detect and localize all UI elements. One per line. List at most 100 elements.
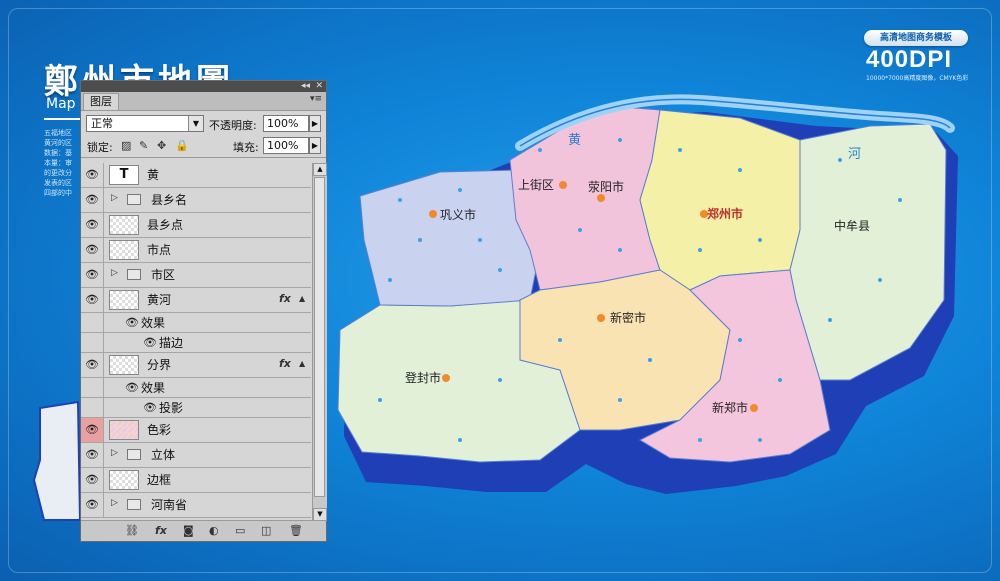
town-dot bbox=[678, 148, 682, 152]
label-shangjie: 上街区 bbox=[518, 178, 554, 192]
folder-icon bbox=[127, 499, 141, 510]
layer-name: 边框 bbox=[147, 473, 172, 487]
folder-icon bbox=[127, 269, 141, 280]
layer-row[interactable]: 👁 边框 bbox=[81, 468, 311, 493]
eye-icon[interactable]: 👁 bbox=[85, 293, 99, 306]
visibility-toggle[interactable]: 👁 bbox=[81, 418, 104, 442]
panel-menu-icon[interactable]: ▾≡ bbox=[310, 94, 322, 104]
lock-pixels-icon[interactable]: ✎ bbox=[139, 139, 148, 152]
fx-icon[interactable]: fx bbox=[279, 357, 291, 370]
eye-icon[interactable]: 👁 bbox=[85, 168, 99, 181]
layers-scrollbar[interactable]: ▲ ▼ bbox=[312, 163, 327, 521]
eye-icon[interactable]: 👁 bbox=[85, 473, 99, 486]
fill-field[interactable]: 100% bbox=[263, 137, 309, 154]
town-dot bbox=[738, 168, 742, 172]
town-dot bbox=[618, 138, 622, 142]
label-gongyi: 巩义市 bbox=[440, 207, 476, 222]
town-dot bbox=[558, 338, 562, 342]
expand-triangle-icon[interactable]: ▷ bbox=[111, 193, 118, 203]
label-xinmi: 新密市 bbox=[610, 310, 646, 325]
eye-icon[interactable]: 👁 bbox=[85, 448, 99, 461]
effect-eye-cell bbox=[81, 398, 104, 417]
town-dot bbox=[698, 438, 702, 442]
effect-row[interactable]: 👁 描边 bbox=[81, 333, 311, 353]
layer-row[interactable]: 👁 黄河 fx ▲ bbox=[81, 288, 311, 313]
layer-row[interactable]: 👁 市点 bbox=[81, 238, 311, 263]
collapse-icon[interactable]: ◂◂ bbox=[301, 81, 310, 92]
visibility-toggle[interactable]: 👁 bbox=[81, 188, 104, 212]
layer-group-row[interactable]: 👁 ▷ 市区 bbox=[81, 263, 311, 288]
layer-name: 河南省 bbox=[151, 498, 188, 512]
town-dot bbox=[398, 198, 402, 202]
eye-icon[interactable]: 👁 bbox=[85, 358, 99, 371]
folder-icon bbox=[127, 449, 141, 460]
effect-row[interactable]: 👁 投影 bbox=[81, 398, 311, 418]
expand-triangle-icon[interactable]: ▷ bbox=[111, 268, 118, 278]
visibility-toggle[interactable]: 👁 bbox=[81, 493, 104, 517]
fill-arrow-icon[interactable]: ▶ bbox=[309, 137, 321, 154]
new-layer-icon[interactable]: ◫ bbox=[261, 524, 271, 537]
opacity-field[interactable]: 100% bbox=[263, 115, 309, 132]
town-dot bbox=[378, 398, 382, 402]
layer-group-row[interactable]: 👁 ▷ 河南省 bbox=[81, 493, 311, 518]
layer-row[interactable]: 👁 分界 fx ▲ bbox=[81, 353, 311, 378]
layer-row[interactable]: 👁 T 黄 bbox=[81, 163, 311, 188]
visibility-toggle[interactable]: 👁 bbox=[81, 163, 104, 187]
layer-thumbnail bbox=[109, 420, 139, 440]
visibility-toggle[interactable]: 👁 bbox=[81, 263, 104, 287]
expand-triangle-icon[interactable]: ▷ bbox=[111, 448, 118, 458]
eye-icon[interactable]: 👁 bbox=[85, 423, 99, 436]
adjustment-icon[interactable]: ◐ bbox=[209, 524, 219, 537]
town-dot bbox=[898, 198, 902, 202]
folder-icon bbox=[127, 194, 141, 205]
layer-row-active[interactable]: 👁 色彩 bbox=[81, 418, 311, 443]
chevron-down-icon[interactable]: ▼ bbox=[188, 116, 203, 131]
scroll-up-icon[interactable]: ▲ bbox=[313, 163, 327, 176]
lock-all-icon[interactable]: 🔒 bbox=[175, 139, 189, 152]
layer-group-row[interactable]: 👁 ▷ 立体 bbox=[81, 443, 311, 468]
effects-row[interactable]: 👁 效果 bbox=[81, 378, 311, 398]
visibility-toggle[interactable]: 👁 bbox=[81, 443, 104, 467]
henan-fragment bbox=[32, 400, 82, 521]
eye-icon[interactable]: 👁 bbox=[125, 316, 139, 329]
close-icon[interactable]: ✕ bbox=[315, 81, 323, 92]
layer-group-row[interactable]: 👁 ▷ 县乡名 bbox=[81, 188, 311, 213]
eye-icon[interactable]: 👁 bbox=[143, 401, 157, 414]
link-icon[interactable]: ⛓ bbox=[125, 524, 139, 537]
layer-row[interactable]: 👁 县乡点 bbox=[81, 213, 311, 238]
layer-thumbnail bbox=[109, 470, 139, 490]
layer-name: 黄 bbox=[147, 168, 160, 182]
eye-icon[interactable]: 👁 bbox=[85, 243, 99, 256]
tab-layers[interactable]: 图层 bbox=[83, 93, 119, 110]
visibility-toggle[interactable]: 👁 bbox=[81, 213, 104, 237]
effects-toggle-icon[interactable]: ▲ bbox=[299, 294, 305, 303]
scrollbar-thumb[interactable] bbox=[314, 177, 325, 497]
town-dot bbox=[498, 378, 502, 382]
town-dot bbox=[838, 158, 842, 162]
text-thumbnail: T bbox=[109, 165, 139, 185]
visibility-toggle[interactable]: 👁 bbox=[81, 468, 104, 492]
eye-icon[interactable]: 👁 bbox=[85, 498, 99, 511]
eye-icon[interactable]: 👁 bbox=[125, 381, 139, 394]
eye-icon[interactable]: 👁 bbox=[85, 218, 99, 231]
eye-icon[interactable]: 👁 bbox=[143, 336, 157, 349]
fx-icon[interactable]: fx bbox=[279, 292, 291, 305]
blend-mode-select[interactable]: 正常 ▼ bbox=[86, 115, 204, 132]
eye-icon[interactable]: 👁 bbox=[85, 193, 99, 206]
visibility-toggle[interactable]: 👁 bbox=[81, 353, 104, 377]
effects-row[interactable]: 👁 效果 bbox=[81, 313, 311, 333]
visibility-toggle[interactable]: 👁 bbox=[81, 288, 104, 312]
mask-icon[interactable]: ◙ bbox=[183, 524, 194, 537]
town-dot bbox=[538, 148, 542, 152]
layer-thumbnail bbox=[109, 355, 139, 375]
visibility-toggle[interactable]: 👁 bbox=[81, 238, 104, 262]
lock-transparent-icon[interactable]: ▨ bbox=[121, 139, 131, 152]
eye-icon[interactable]: 👁 bbox=[85, 268, 99, 281]
expand-triangle-icon[interactable]: ▷ bbox=[111, 498, 118, 508]
opacity-arrow-icon[interactable]: ▶ bbox=[309, 115, 321, 132]
effects-toggle-icon[interactable]: ▲ bbox=[299, 359, 305, 368]
fx-icon[interactable]: fx bbox=[155, 524, 167, 537]
lock-position-icon[interactable]: ✥ bbox=[157, 139, 166, 152]
trash-icon[interactable]: 🗑 bbox=[289, 524, 303, 537]
new-group-icon[interactable]: ▭ bbox=[235, 524, 245, 537]
